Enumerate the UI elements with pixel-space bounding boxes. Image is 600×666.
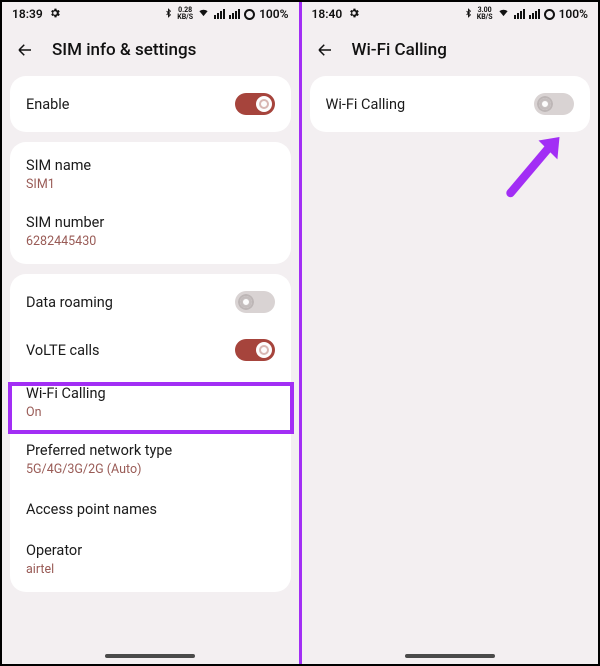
row-sim-name[interactable]: SIM name SIM1	[10, 146, 291, 203]
nav-bar[interactable]	[405, 654, 495, 658]
wifi-calling-label: Wi-Fi Calling	[26, 385, 106, 402]
screen-sim-settings: 18:39 0.28KB/S 100%	[2, 2, 299, 664]
row-sim-number[interactable]: SIM number 6282445430	[10, 203, 291, 260]
back-button[interactable]	[316, 41, 334, 59]
settings-icon	[348, 7, 360, 22]
page-header: Wi-Fi Calling	[302, 26, 599, 76]
operator-value: airtel	[26, 562, 54, 577]
data-roaming-label: Data roaming	[26, 294, 113, 311]
signal-icon-2	[529, 9, 540, 19]
settings-icon	[49, 7, 61, 22]
toggle-wifi-calling[interactable]	[534, 93, 574, 115]
toggle-enable[interactable]	[235, 93, 275, 115]
status-time: 18:40	[312, 7, 343, 21]
row-wifi-calling[interactable]: Wi-Fi Calling On	[10, 374, 291, 431]
card-enable: Enable	[10, 76, 291, 132]
volte-label: VoLTE calls	[26, 342, 100, 359]
sim-name-label: SIM name	[26, 157, 91, 174]
nav-bar[interactable]	[105, 654, 195, 658]
wifi-calling-value: On	[26, 405, 42, 420]
battery-percent: 100%	[259, 7, 288, 21]
speed-indicator: 0.28KB/S	[177, 7, 193, 21]
battery-icon	[244, 9, 255, 20]
screen-wifi-calling: 18:40 3.00KB/S 100%	[302, 2, 599, 664]
row-data-roaming[interactable]: Data roaming	[10, 278, 291, 326]
wifi-icon	[497, 7, 510, 21]
page-header: SIM info & settings	[2, 26, 299, 76]
wifi-calling-label: Wi-Fi Calling	[326, 96, 406, 113]
back-button[interactable]	[16, 41, 34, 59]
wifi-icon	[197, 7, 210, 21]
sim-number-label: SIM number	[26, 214, 104, 231]
card-network: Data roaming VoLTE calls Wi-Fi Calling O…	[10, 274, 291, 592]
row-enable[interactable]: Enable	[10, 80, 291, 128]
row-operator[interactable]: Operator airtel	[10, 531, 291, 588]
sim-name-value: SIM1	[26, 177, 55, 192]
operator-label: Operator	[26, 542, 82, 559]
bluetooth-icon	[464, 7, 473, 22]
signal-icon	[514, 9, 525, 19]
speed-indicator: 3.00KB/S	[477, 7, 493, 21]
signal-icon	[214, 9, 225, 19]
row-volte[interactable]: VoLTE calls	[10, 326, 291, 374]
status-time: 18:39	[12, 7, 43, 21]
toggle-data-roaming[interactable]	[235, 291, 275, 313]
sim-number-value: 6282445430	[26, 234, 96, 249]
row-apn[interactable]: Access point names	[10, 488, 291, 531]
status-bar: 18:40 3.00KB/S 100%	[302, 2, 599, 26]
pref-network-label: Preferred network type	[26, 442, 172, 459]
bluetooth-icon	[164, 7, 173, 22]
card-wifi-calling: Wi-Fi Calling	[310, 76, 591, 132]
toggle-volte[interactable]	[235, 339, 275, 361]
battery-icon	[544, 9, 555, 20]
status-bar: 18:39 0.28KB/S 100%	[2, 2, 299, 26]
page-title: Wi-Fi Calling	[352, 40, 447, 60]
card-sim-info: SIM name SIM1 SIM number 6282445430	[10, 142, 291, 264]
pref-network-value: 5G/4G/3G/2G (Auto)	[26, 462, 141, 477]
enable-label: Enable	[26, 96, 70, 113]
apn-label: Access point names	[26, 501, 157, 518]
signal-icon-2	[229, 9, 240, 19]
page-title: SIM info & settings	[52, 40, 196, 60]
row-wifi-calling[interactable]: Wi-Fi Calling	[310, 80, 591, 128]
row-pref-network[interactable]: Preferred network type 5G/4G/3G/2G (Auto…	[10, 431, 291, 488]
battery-percent: 100%	[559, 7, 588, 21]
